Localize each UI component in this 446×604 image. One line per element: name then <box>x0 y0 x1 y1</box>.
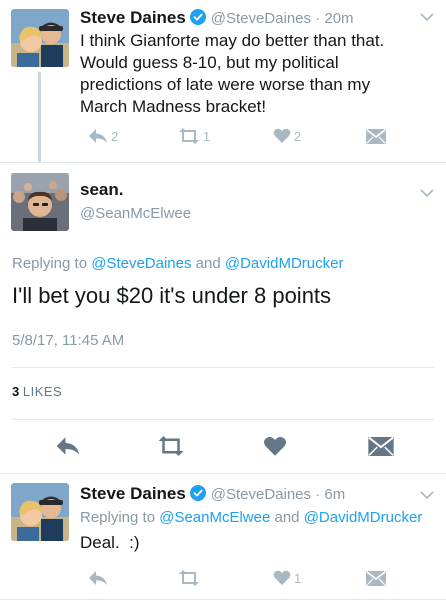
tweet2-author: sean. @SeanMcElwee <box>80 180 191 222</box>
author-handle[interactable]: @SteveDaines <box>211 486 311 503</box>
author-name[interactable]: Steve Daines <box>80 484 186 503</box>
replying-and: and <box>274 509 300 526</box>
dm-button[interactable] <box>366 129 386 144</box>
divider <box>12 367 434 368</box>
retweet-icon <box>158 436 184 456</box>
tweet3-text: Deal. :) <box>80 533 140 552</box>
retweet-icon <box>179 570 199 586</box>
tweet1-text: I think Gianforte may do better than tha… <box>80 30 430 118</box>
tweet-text-line: March Madness bracket! <box>80 97 267 116</box>
dm-button[interactable] <box>366 571 386 586</box>
replying-to: Replying to @SeanMcElwee and @DavidMDruc… <box>80 509 422 526</box>
retweet-count: 1 <box>203 128 211 144</box>
tweet2-text: I'll bet you $20 it's under 8 points <box>12 283 332 308</box>
tweet-timestamp[interactable]: 5/8/17, 11:45 AM <box>12 332 124 349</box>
likes-count: 3 <box>12 384 20 399</box>
dm-button[interactable] <box>368 437 394 456</box>
heart-icon <box>273 570 291 585</box>
reply-button[interactable] <box>88 570 108 586</box>
tweet1-header: Steve Daines @SteveDaines · 20m <box>80 8 354 27</box>
reply-icon <box>89 129 107 143</box>
chevron-down-icon[interactable] <box>420 12 434 22</box>
like-button[interactable]: 2 <box>273 128 301 144</box>
like-count: 2 <box>294 128 302 144</box>
replying-and: and <box>195 255 221 272</box>
author-name[interactable]: sean. <box>80 180 191 200</box>
replying-to-label: Replying to <box>80 509 156 526</box>
tweet-text-line: I think Gianforte may do better than tha… <box>80 31 385 50</box>
replying-to-label: Replying to <box>12 255 88 272</box>
heart-icon <box>263 437 287 456</box>
reply-button[interactable] <box>55 436 81 456</box>
likes-label: LIKES <box>22 384 63 399</box>
tweet-text-line: Would guess 8-10, but my political <box>80 53 339 72</box>
author-handle[interactable]: @SeanMcElwee <box>80 205 191 222</box>
divider <box>0 162 446 163</box>
like-count: 1 <box>294 570 302 586</box>
tweet3-header: Steve Daines @SteveDaines · 6m <box>80 484 346 503</box>
chevron-down-icon[interactable] <box>420 490 434 500</box>
mention-link[interactable]: @DavidMDrucker <box>304 509 423 526</box>
thread-line <box>38 72 41 162</box>
chevron-down-icon[interactable] <box>420 188 434 198</box>
replying-to: Replying to @SteveDaines and @DavidMDruc… <box>12 255 343 272</box>
divider <box>0 599 446 600</box>
dm-icon <box>366 571 386 586</box>
reply-button[interactable]: 2 <box>88 128 118 144</box>
retweet-button[interactable] <box>157 436 185 456</box>
reply-count: 2 <box>111 128 119 144</box>
divider <box>12 419 434 420</box>
tweet-time[interactable]: 6m <box>324 486 345 503</box>
dm-icon <box>368 437 394 456</box>
retweet-icon <box>179 128 199 144</box>
heart-icon <box>273 128 291 143</box>
divider <box>0 473 446 474</box>
retweet-button[interactable]: 1 <box>178 128 210 144</box>
author-name[interactable]: Steve Daines <box>80 8 186 27</box>
mention-link[interactable]: @SeanMcElwee <box>159 509 270 526</box>
avatar-steve-daines[interactable] <box>11 9 69 67</box>
tweet-time[interactable]: 20m <box>324 10 353 27</box>
reply-icon <box>89 571 107 585</box>
verified-icon <box>190 485 207 501</box>
likes-summary[interactable]: 3 LIKES <box>12 384 62 399</box>
like-button[interactable] <box>263 436 287 457</box>
avatar-sean[interactable] <box>11 173 69 231</box>
mention-link[interactable]: @DavidMDrucker <box>225 255 344 272</box>
verified-icon <box>190 9 207 25</box>
dm-icon <box>366 129 386 144</box>
reply-icon <box>56 437 80 455</box>
mention-link[interactable]: @SteveDaines <box>91 255 191 272</box>
tweet-text-line: predictions of late were worse than my <box>80 75 371 94</box>
author-handle[interactable]: @SteveDaines <box>211 10 311 27</box>
retweet-button[interactable] <box>178 570 200 586</box>
like-button[interactable]: 1 <box>273 570 301 586</box>
avatar-steve-daines[interactable] <box>11 483 69 541</box>
